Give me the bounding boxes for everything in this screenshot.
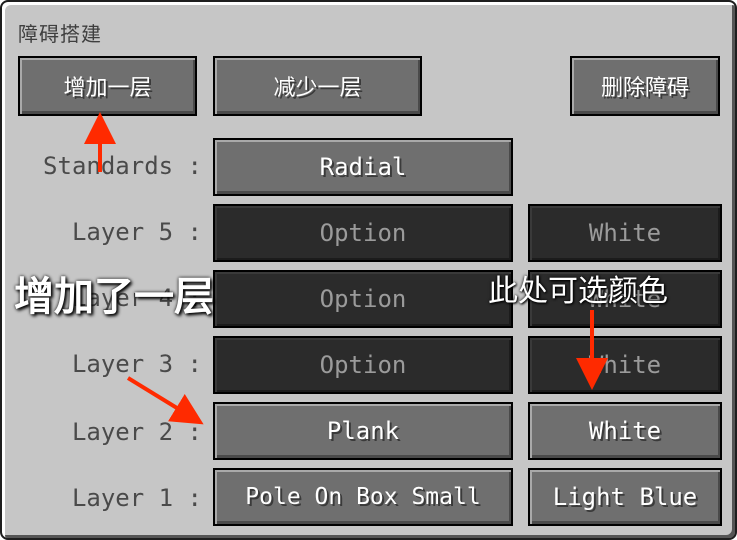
layer3-label: Layer 3 : xyxy=(71,350,202,378)
annotation-choose-color: 此处可选颜色 xyxy=(488,274,668,309)
standards-label: Standards : xyxy=(43,152,202,180)
layer5-label: Layer 5 : xyxy=(71,218,202,246)
layer5-option-select: Option xyxy=(213,204,513,262)
standards-select[interactable]: Radial xyxy=(213,138,513,196)
layer2-label: Layer 2 : xyxy=(71,418,202,446)
layer5-color-select: White xyxy=(528,204,722,262)
layer1-label: Layer 1 : xyxy=(71,484,202,512)
layer3-color-select: White xyxy=(528,336,722,394)
panel-title: 障碍搭建 xyxy=(18,22,102,46)
layer3-option-select: Option xyxy=(213,336,513,394)
layer1-option-select[interactable]: Pole On Box Small xyxy=(213,468,513,526)
annotation-added-layer: 增加了一层 xyxy=(14,274,214,320)
delete-obstacle-button[interactable]: 删除障碍 xyxy=(570,56,720,116)
layer4-option-select: Option xyxy=(213,270,513,328)
layer2-option-select[interactable]: Plank xyxy=(213,402,513,460)
layer1-color-select[interactable]: Light Blue xyxy=(528,468,722,526)
add-layer-button[interactable]: 增加一层 xyxy=(18,56,197,116)
remove-layer-button[interactable]: 减少一层 xyxy=(213,56,422,116)
layer2-color-select[interactable]: White xyxy=(528,402,722,460)
